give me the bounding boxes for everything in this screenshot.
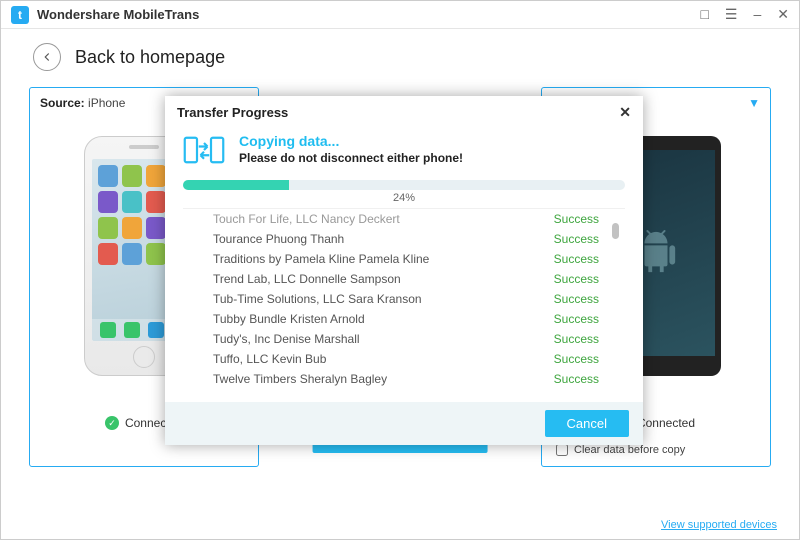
item-name: Twelve Timbers Sheralyn Bagley — [213, 372, 387, 386]
list-item: Tourance Phuong Thanh Success — [183, 229, 625, 249]
transfer-item-list: Touch For Life, LLC Nancy Deckert Success… — [183, 208, 625, 394]
progress-bar: 24% — [183, 180, 625, 204]
list-item: Tuffo, LLC Kevin Bub Success — [183, 349, 625, 369]
list-item: Traditions by Pamela Kline Pamela Kline S… — [183, 249, 625, 269]
item-status: Success — [554, 252, 599, 266]
app-logo-icon: t — [11, 6, 29, 24]
item-status: Success — [554, 332, 599, 346]
app-title: Wondershare MobileTrans — [37, 7, 199, 22]
clear-data-option[interactable]: Clear data before copy — [556, 444, 685, 456]
menu-icon[interactable]: ☰ — [725, 6, 738, 23]
check-icon: ✓ — [105, 416, 119, 430]
feedback-icon[interactable]: □ — [700, 6, 708, 23]
supported-devices-link[interactable]: View supported devices — [661, 519, 777, 531]
progress-label: 24% — [183, 192, 625, 204]
list-item: Tudy's, Inc Denise Marshall Success — [183, 329, 625, 349]
dialog-heading: Copying data... — [239, 133, 463, 149]
transfer-icon — [183, 133, 225, 172]
list-item: Touch For Life, LLC Nancy Deckert Success — [183, 209, 625, 229]
item-status: Success — [554, 272, 599, 286]
breadcrumb[interactable]: Back to homepage — [1, 29, 799, 79]
item-status: Success — [554, 312, 599, 326]
item-status: Success — [554, 232, 599, 246]
chevron-down-icon[interactable]: ▼ — [748, 96, 760, 110]
close-icon[interactable]: ✕ — [619, 104, 631, 121]
list-item: Tub-Time Solutions, LLC Sara Kranson Succ… — [183, 289, 625, 309]
item-name: Tub-Time Solutions, LLC Sara Kranson — [213, 292, 422, 306]
item-name: Tudy's, Inc Denise Marshall — [213, 332, 360, 346]
cancel-button[interactable]: Cancel — [545, 410, 629, 437]
item-status: Success — [554, 392, 599, 394]
item-status: Success — [554, 212, 599, 226]
item-name: Tourance Phuong Thanh — [213, 232, 344, 246]
list-item: Tubby Bundle Kristen Arnold Success — [183, 309, 625, 329]
item-name: Tuffo, LLC Kevin Bub — [213, 352, 326, 366]
dialog-title: Transfer Progress — [177, 105, 288, 120]
clear-data-checkbox[interactable] — [556, 444, 568, 456]
item-status: Success — [554, 372, 599, 386]
transfer-progress-dialog: Transfer Progress ✕ Copying data... Plea… — [165, 96, 643, 445]
item-name: Touch For Life, LLC Nancy Deckert — [213, 212, 400, 226]
item-status: Success — [554, 352, 599, 366]
window-close-icon[interactable]: ✕ — [777, 6, 789, 23]
window-minimize-icon[interactable]: – — [753, 6, 761, 23]
list-item: Twelve Timbers Sheralyn Bagley Success — [183, 369, 625, 389]
scrollbar-thumb[interactable] — [612, 223, 619, 239]
item-status: Success — [554, 292, 599, 306]
back-label: Back to homepage — [75, 47, 225, 68]
title-bar: t Wondershare MobileTrans □ ☰ – ✕ — [1, 1, 799, 29]
item-name: Trend Lab, LLC Donnelle Sampson — [213, 272, 401, 286]
item-name: Tubby Bundle Kristen Arnold — [213, 312, 365, 326]
item-name: Twinkabella, LLC Sandi Tagtmeyer — [213, 392, 398, 394]
dialog-warning: Please do not disconnect either phone! — [239, 151, 463, 165]
list-item: Twinkabella, LLC Sandi Tagtmeyer Success — [183, 389, 625, 394]
back-arrow-icon[interactable] — [33, 43, 61, 71]
item-name: Traditions by Pamela Kline Pamela Kline — [213, 252, 429, 266]
list-item: Trend Lab, LLC Donnelle Sampson Success — [183, 269, 625, 289]
